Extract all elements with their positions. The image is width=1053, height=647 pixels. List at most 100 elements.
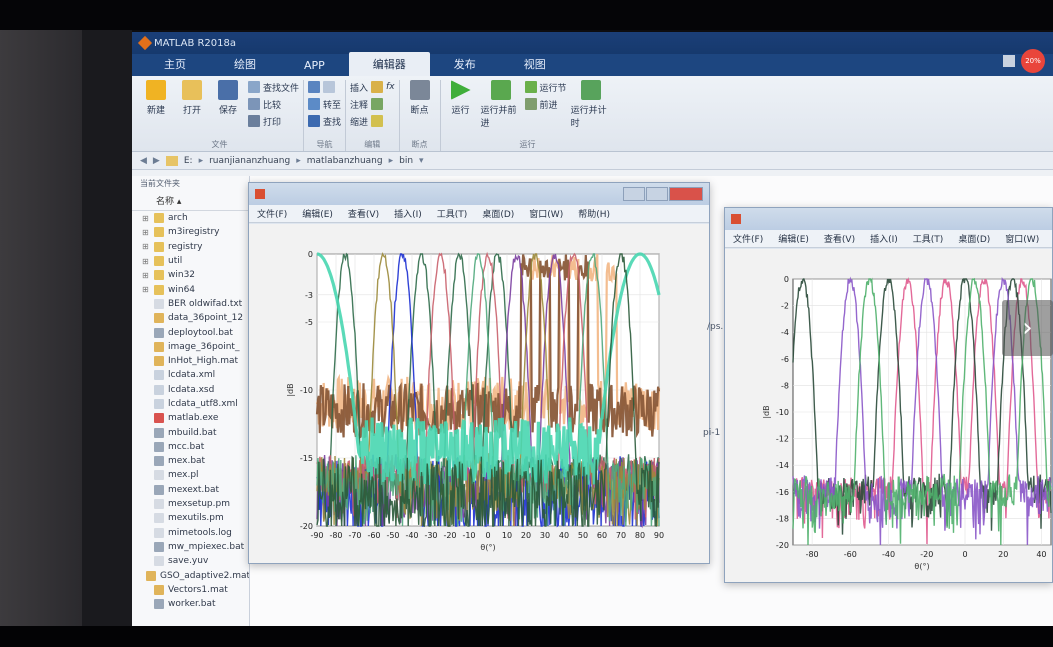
list-item[interactable]: save.yuv: [132, 554, 249, 568]
tab-apps[interactable]: APP: [280, 55, 349, 76]
figure-menu-item[interactable]: 编辑(E): [302, 207, 333, 220]
expand-icon[interactable]: ⊞: [142, 271, 150, 280]
x-tick-label: 30: [540, 531, 550, 540]
list-item[interactable]: mexext.bat: [132, 483, 249, 497]
list-item[interactable]: worker.bat: [132, 597, 249, 611]
figure-menu-item[interactable]: 桌面(D): [482, 207, 514, 220]
breakpoints-button[interactable]: 断点: [404, 80, 436, 116]
file-name: lcdata.xml: [168, 370, 216, 381]
list-item[interactable]: ⊞ util: [132, 254, 249, 268]
file-name: BER oldwifad.txt: [168, 298, 243, 309]
list-item[interactable]: matlab.exe: [132, 411, 249, 425]
insert-button[interactable]: 插入 fx: [350, 80, 395, 94]
list-item[interactable]: mex.bat: [132, 454, 249, 468]
figure-menu-item[interactable]: 编辑(E): [778, 232, 809, 245]
figure-menu-item[interactable]: 插入(I): [870, 232, 898, 245]
run-button[interactable]: 运行: [445, 80, 477, 116]
y-tick-label: -20: [776, 541, 789, 550]
find-button[interactable]: 查找: [308, 114, 341, 128]
open-button[interactable]: 打开: [176, 80, 208, 116]
figure-menu-item[interactable]: 帮助(H): [578, 207, 610, 220]
list-item[interactable]: lcdata_utf8.xml: [132, 397, 249, 411]
address-bar[interactable]: ◀ ▶ E: ▸ ruanjiananzhuang ▸ matlabanzhua…: [132, 152, 1053, 170]
list-item[interactable]: ⊞ m3iregistry: [132, 225, 249, 239]
maximize-button[interactable]: [646, 187, 668, 201]
file-name: deploytool.bat: [168, 327, 233, 338]
figure-menu-item[interactable]: 文件(F): [257, 207, 287, 220]
list-item[interactable]: ⊞ win32: [132, 268, 249, 282]
list-item[interactable]: mbuild.bat: [132, 425, 249, 439]
figure-menu-item[interactable]: 窗口(W): [1005, 232, 1039, 245]
tab-publish[interactable]: 发布: [430, 52, 500, 76]
quick-save-icon[interactable]: [1003, 55, 1015, 67]
list-item[interactable]: GSO_adaptive2.mat: [132, 568, 249, 582]
figure-menu-item[interactable]: 桌面(D): [958, 232, 990, 245]
indent-button[interactable]: 缩进: [350, 114, 395, 128]
figure-menu-item[interactable]: 文件(F): [733, 232, 763, 245]
minimize-button[interactable]: [623, 187, 645, 201]
list-item[interactable]: InHot_High.mat: [132, 354, 249, 368]
list-item[interactable]: ⊞ arch: [132, 211, 249, 225]
close-button[interactable]: [669, 187, 703, 201]
save-button[interactable]: 保存: [212, 80, 244, 116]
comment-button[interactable]: 注释: [350, 97, 395, 111]
figure-menu-item[interactable]: 查看(V): [824, 232, 855, 245]
list-item[interactable]: lcdata.xsd: [132, 383, 249, 397]
bat-file-icon: [154, 327, 164, 338]
compare-button[interactable]: 比较: [248, 97, 299, 111]
tab-view[interactable]: 视图: [500, 52, 570, 76]
expand-icon[interactable]: ⊞: [142, 257, 150, 266]
back-icon[interactable]: ◀: [140, 156, 147, 166]
expand-icon[interactable]: ⊞: [142, 214, 150, 223]
run-advance-button[interactable]: 运行并前进: [481, 80, 521, 129]
figure-menu-item[interactable]: 插入(I): [394, 207, 422, 220]
back-forward-button[interactable]: [308, 80, 341, 94]
expand-icon[interactable]: ⊞: [142, 228, 150, 237]
list-item[interactable]: ⊞ registry: [132, 240, 249, 254]
find-files-button[interactable]: 查找文件: [248, 80, 299, 94]
list-item[interactable]: ⊞ win64: [132, 282, 249, 296]
advance-button[interactable]: 前进: [524, 97, 567, 111]
next-slide-button[interactable]: ›: [1002, 300, 1053, 356]
path-segment[interactable]: bin: [399, 156, 413, 166]
list-item[interactable]: mexsetup.pm: [132, 497, 249, 511]
figure-menu-item[interactable]: 工具(T): [437, 207, 468, 220]
tab-plots[interactable]: 绘图: [210, 52, 280, 76]
list-item[interactable]: lcdata.xml: [132, 368, 249, 382]
figure-menubar: 文件(F) 编辑(E) 查看(V) 插入(I) 工具(T) 桌面(D) 窗口(W) 帮助(H): [249, 205, 709, 223]
list-item[interactable]: mexutils.pm: [132, 511, 249, 525]
list-item[interactable]: mcc.bat: [132, 440, 249, 454]
path-segment[interactable]: E:: [184, 156, 193, 166]
figure-menu-item[interactable]: 窗口(W): [529, 207, 563, 220]
name-column-header[interactable]: 名称 ▴: [132, 191, 249, 211]
tab-home[interactable]: 主页: [140, 52, 210, 76]
print-button[interactable]: 打印: [248, 114, 299, 128]
run-section-button[interactable]: 运行节: [524, 80, 567, 94]
list-item[interactable]: mex.pl: [132, 468, 249, 482]
forward-icon[interactable]: ▶: [153, 156, 160, 166]
path-segment[interactable]: ruanjiananzhuang: [209, 156, 290, 166]
path-segment[interactable]: matlabanzhuang: [307, 156, 383, 166]
y-tick-label: -5: [305, 318, 313, 327]
y-tick-label: -4: [781, 328, 789, 337]
xml-file-icon: [154, 399, 164, 409]
goto-button[interactable]: 转至: [308, 97, 341, 111]
new-button[interactable]: 新建: [140, 80, 172, 116]
xml-file-icon: [154, 384, 164, 395]
expand-icon[interactable]: ⊞: [142, 285, 150, 294]
list-item[interactable]: BER oldwifad.txt: [132, 297, 249, 311]
list-item[interactable]: image_36point_: [132, 340, 249, 354]
list-item[interactable]: mw_mpiexec.bat: [132, 540, 249, 554]
breakpoint-group: 断点 断点: [400, 80, 441, 151]
list-item[interactable]: deploytool.bat: [132, 325, 249, 339]
list-item[interactable]: mimetools.log: [132, 526, 249, 540]
fx-icon[interactable]: fx: [386, 82, 395, 92]
dropdown-icon[interactable]: ▾: [419, 156, 424, 166]
list-item[interactable]: data_36point_12: [132, 311, 249, 325]
list-item[interactable]: Vectors1.mat: [132, 583, 249, 597]
figure-menu-item[interactable]: 工具(T): [913, 232, 944, 245]
tab-editor[interactable]: 编辑器: [348, 52, 430, 76]
expand-icon[interactable]: ⊞: [142, 242, 150, 251]
figure-menu-item[interactable]: 查看(V): [348, 207, 379, 220]
run-time-button[interactable]: 运行并计时: [571, 80, 611, 129]
